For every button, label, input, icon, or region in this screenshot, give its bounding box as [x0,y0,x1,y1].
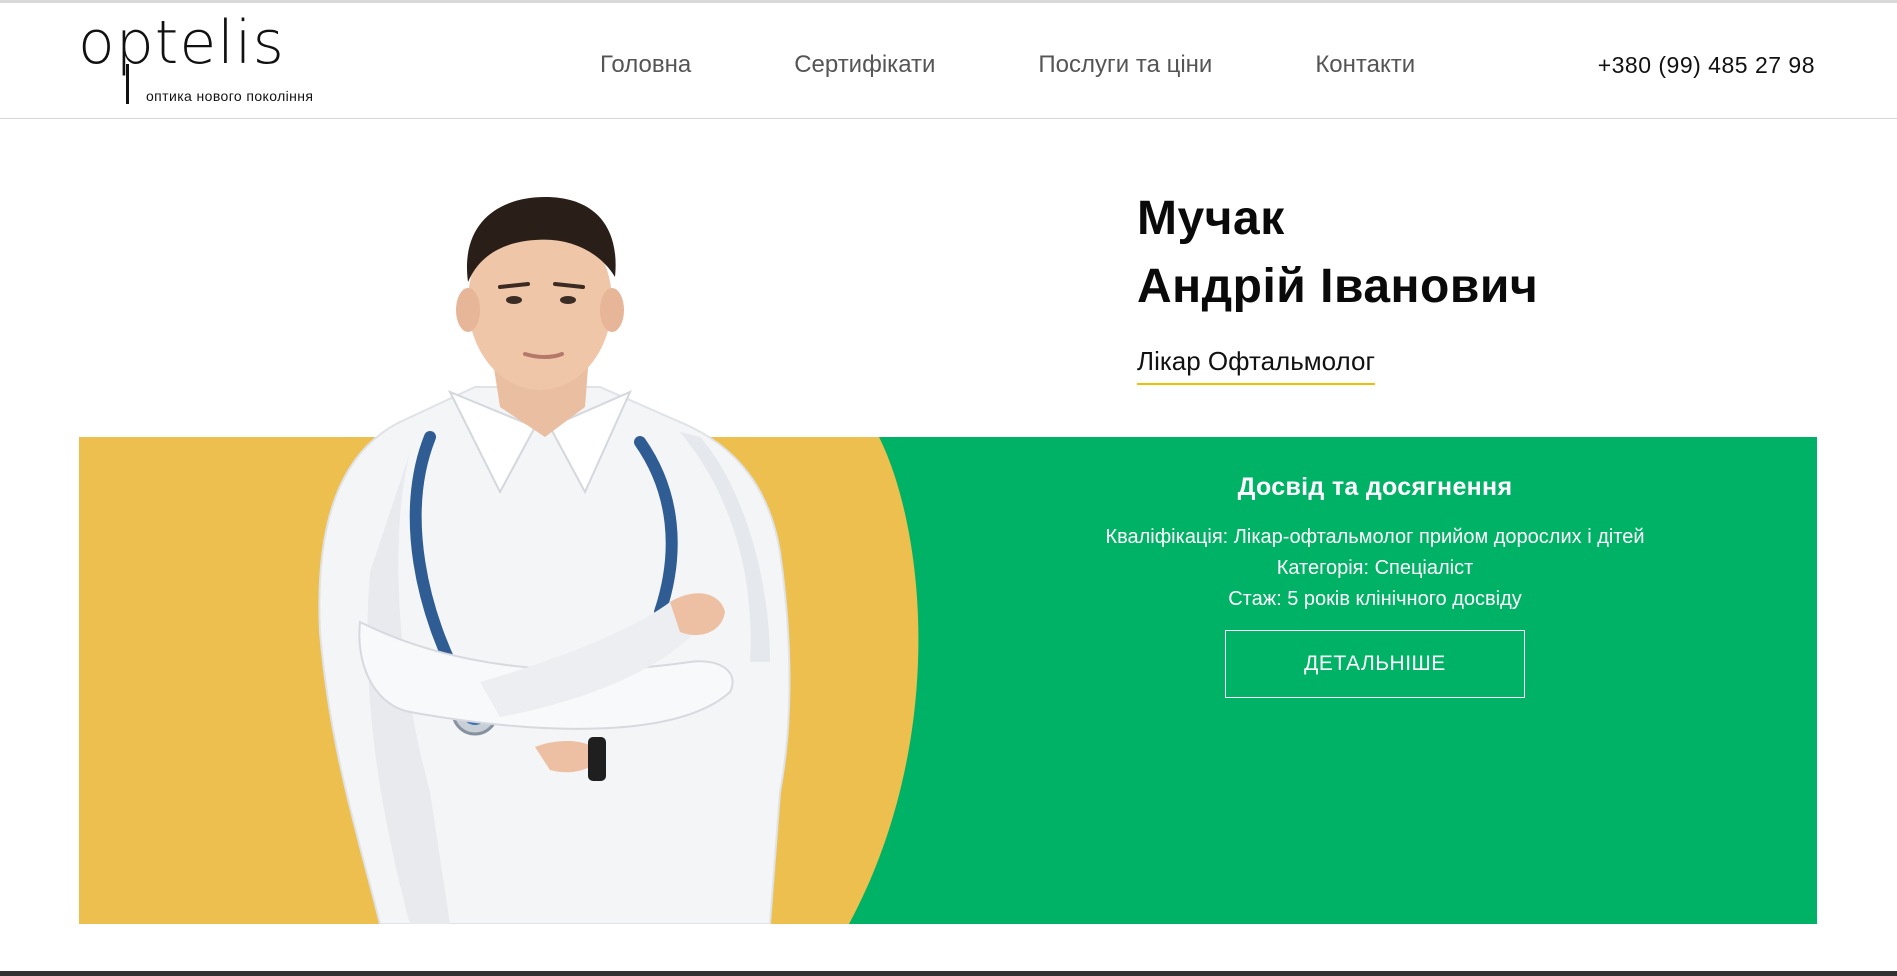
tenure-text: Стаж: 5 років клінічного досвіду [1228,588,1522,610]
doctor-photo [318,197,791,924]
category-text: Категорія: Спеціаліст [1276,557,1474,579]
phone-link[interactable]: +380 (99) 485 27 98 [1598,49,1815,81]
nav-link-contacts[interactable]: Контакти [1315,49,1415,81]
logo[interactable]: optelis оптика нового покоління [78,13,338,109]
main-nav: Головна Сертифікати Послуги та ціни Конт… [600,49,1415,81]
logo-stem [126,64,129,104]
experience-info: Досвід та досягнення Кваліфікація: Лікар… [1015,473,1735,698]
details-button[interactable]: ДЕТАЛЬНІШЕ [1225,630,1525,698]
doctor-given-names: Андрій Іванович [1137,260,1539,313]
experience-heading: Досвід та досягнення [1237,473,1513,501]
nav-link-home[interactable]: Головна [600,49,691,81]
doctor-specialty: Лікар Офтальмолог [1137,346,1375,385]
doctor-hero: Мучак Андрій Іванович Лікар Офтальмолог [0,120,1897,976]
qualification-text: Кваліфікація: Лікар-офтальмолог прийом д… [1105,526,1645,548]
bottom-border [0,971,1897,976]
logo-wordmark: optelis [78,8,285,78]
site-header: optelis оптика нового покоління Головна … [0,3,1897,119]
nav-link-certificates[interactable]: Сертифікати [794,49,935,81]
doctor-surname: Мучак [1137,192,1285,245]
doctor-name: Мучак Андрій Іванович [1137,185,1538,321]
logo-tagline: оптика нового покоління [146,88,314,104]
nav-link-services-prices[interactable]: Послуги та ціни [1038,49,1212,81]
